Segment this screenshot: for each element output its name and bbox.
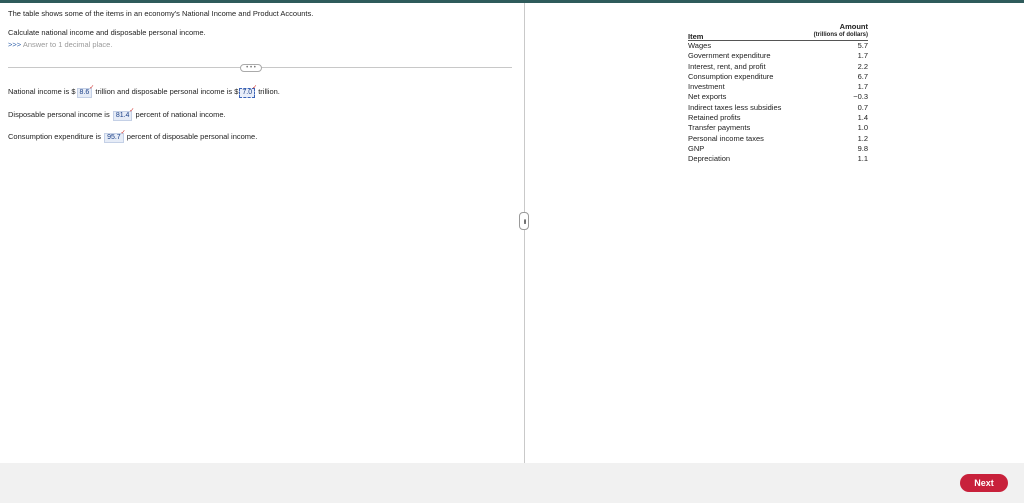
drag-handle[interactable]: •••	[519, 212, 529, 230]
table-row: Depreciation 1.1	[688, 154, 868, 164]
next-button[interactable]: Next	[960, 474, 1008, 492]
table-row: Consumption expenditure 6.7	[688, 72, 868, 82]
panel-divider	[524, 3, 525, 463]
row-amount: 5.7	[857, 41, 868, 50]
row-item: GNP	[688, 143, 705, 153]
consumption-percent-answer[interactable]: 95.7 ✓	[104, 130, 126, 143]
hint-line[interactable]: >>> Answer to 1 decimal place.	[8, 40, 112, 49]
answer-line-1: National income is $8.6 ✓ trillion and di…	[8, 85, 280, 98]
row-item: Interest, rent, and profit	[688, 61, 766, 71]
correct-icon: ✓	[252, 85, 258, 91]
question-intro: The table shows some of the items in an …	[8, 9, 314, 18]
row-amount: 1.7	[857, 82, 868, 92]
row-item: Depreciation	[688, 154, 731, 164]
row-item: Wages	[688, 41, 712, 50]
row-item: Personal income taxes	[688, 133, 764, 143]
national-income-answer[interactable]: 8.6 ✓	[76, 85, 95, 98]
row-item: Indirect taxes less subsidies	[688, 102, 782, 112]
table-body: Wages 5.7 Government expenditure 1.7 Interes…	[688, 41, 868, 165]
row-item: Transfer payments	[688, 123, 751, 133]
header-item: Item	[688, 32, 704, 41]
row-amount: 1.1	[857, 154, 868, 164]
hint-text: Answer to 1 decimal place.	[22, 40, 113, 49]
correct-icon: ✓	[89, 85, 95, 91]
table-row: Retained profits 1.4	[688, 113, 868, 123]
hint-arrows: >>>	[8, 40, 22, 49]
row-item: Investment	[688, 82, 725, 92]
table-row: Indirect taxes less subsidies 0.7	[688, 103, 868, 113]
drag-handle-icon: •••	[520, 218, 528, 224]
disposable-income-answer[interactable]: 7.0 ✓	[239, 85, 258, 98]
row-amount: −0.3	[853, 92, 868, 102]
table-row: Government expenditure 1.7	[688, 51, 868, 61]
row-amount: 9.8	[857, 143, 868, 153]
question-panel: The table shows some of the items in an …	[0, 3, 524, 463]
row-item: Net exports	[688, 92, 727, 102]
row-amount: 1.2	[857, 133, 868, 143]
header-amount-unit: (trillions of dollars)	[813, 32, 868, 38]
table-header: Item Amount (trillions of dollars)	[688, 22, 868, 41]
answer-line-2: Disposable personal income is 81.4 ✓ perc…	[8, 108, 226, 121]
table-row: Investment 1.7	[688, 82, 868, 92]
table-row: Personal income taxes 1.2	[688, 134, 868, 144]
table-row: Interest, rent, and profit 2.2	[688, 62, 868, 72]
table-row: Net exports −0.3	[688, 92, 868, 102]
row-amount: 0.7	[857, 102, 868, 112]
row-item: Consumption expenditure	[688, 71, 774, 81]
question-task: Calculate national income and disposable…	[8, 28, 206, 37]
more-options-button[interactable]: • • •	[240, 64, 262, 72]
row-item: Retained profits	[688, 113, 741, 123]
table-row: Wages 5.7	[688, 41, 868, 51]
row-amount: 6.7	[857, 71, 868, 81]
row-amount: 1.0	[857, 123, 868, 133]
table-row: Transfer payments 1.0	[688, 123, 868, 133]
footer-bar	[0, 463, 1024, 503]
correct-icon: ✓	[120, 130, 126, 136]
row-amount: 1.4	[857, 113, 868, 123]
accounts-table: Item Amount (trillions of dollars) Wages…	[688, 22, 868, 165]
correct-icon: ✓	[129, 108, 135, 114]
more-icon: • • •	[246, 65, 256, 71]
dpi-percent-answer[interactable]: 81.4 ✓	[112, 108, 135, 121]
answer-line-3: Consumption expenditure is 95.7 ✓ percent…	[8, 130, 258, 143]
table-row: GNP 9.8	[688, 144, 868, 154]
header-amount: Amount (trillions of dollars)	[813, 22, 868, 38]
row-amount: 2.2	[857, 61, 868, 71]
row-amount: 1.7	[857, 51, 868, 61]
row-item: Government expenditure	[688, 51, 771, 61]
